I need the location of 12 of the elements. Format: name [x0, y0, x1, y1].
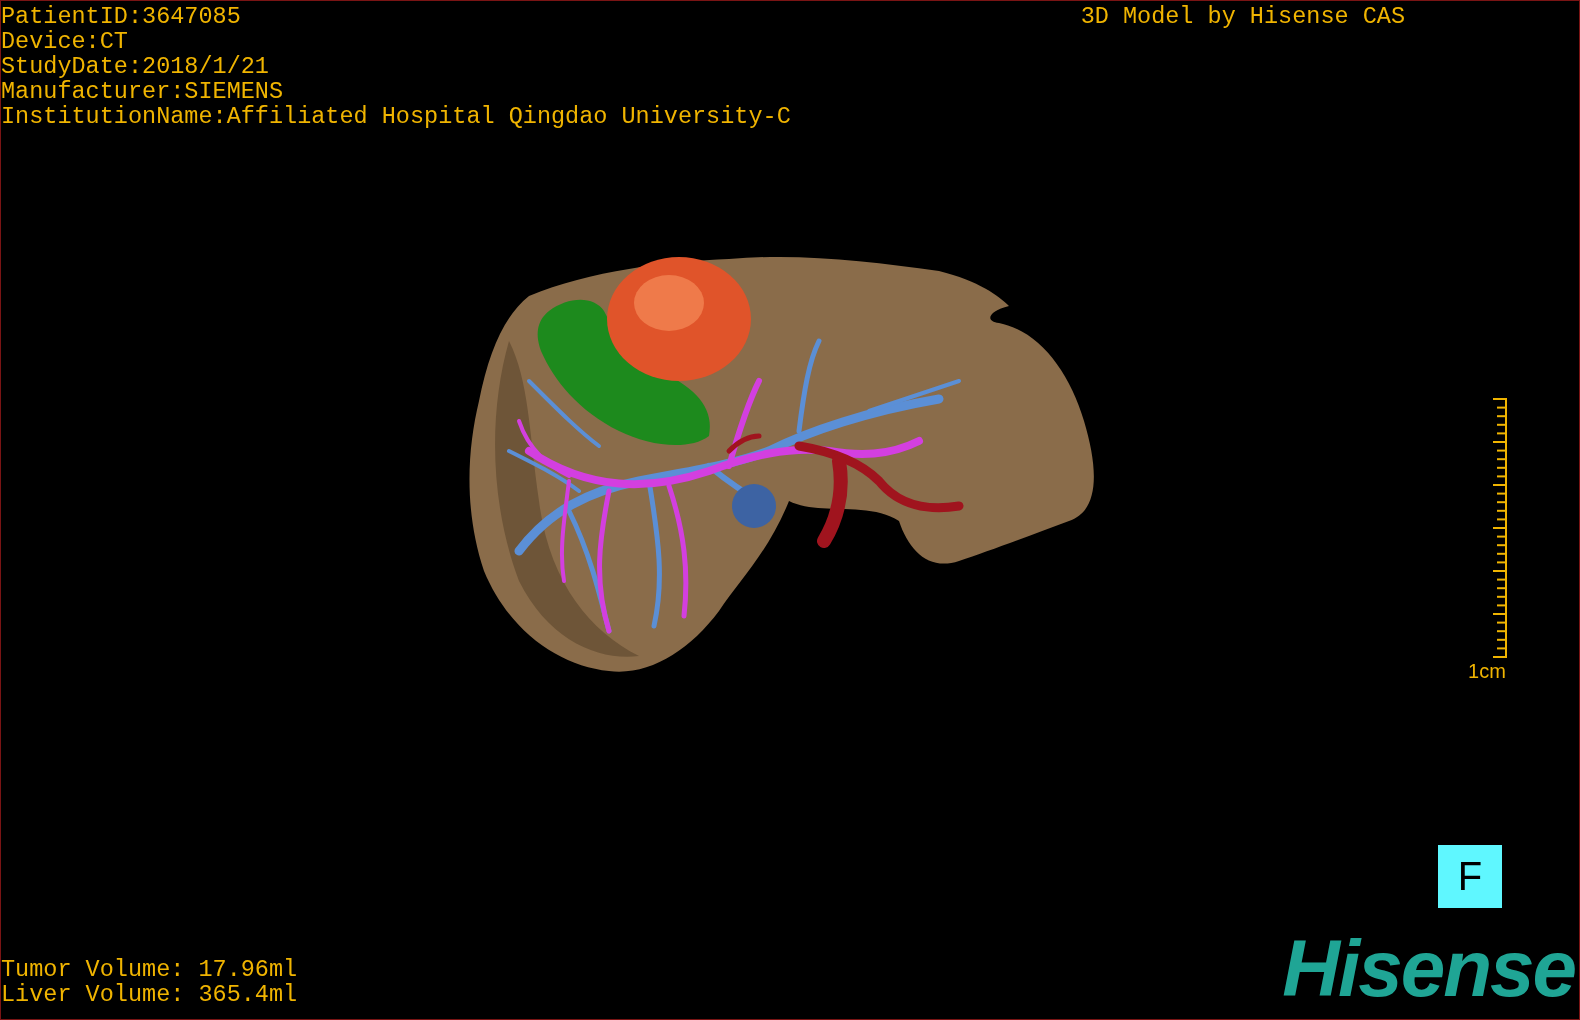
volume-text: Liver Volume: 365.4ml [1, 982, 298, 1007]
study-info-text: Manufacturer:SIEMENS [1, 79, 285, 104]
study-info-text: Device:CT [1, 29, 129, 54]
model-caption: 3D Model by Hisense CAS [1080, 4, 1405, 32]
brand-logo: Hisense [1282, 933, 1575, 1005]
scale-ruler-icon [1493, 397, 1507, 659]
study-info-text: StudyDate:2018/1/21 [1, 54, 270, 79]
study-info-text: InstitutionName:Affiliated Hospital Qingdao University-C [1, 104, 791, 129]
scale-label: 1cm [1468, 659, 1506, 683]
volume-text: Tumor Volume: 17.96ml [1, 957, 298, 982]
study-info-text: PatientID:3647085 [1, 4, 242, 29]
orientation-cube[interactable]: F [1438, 845, 1502, 908]
